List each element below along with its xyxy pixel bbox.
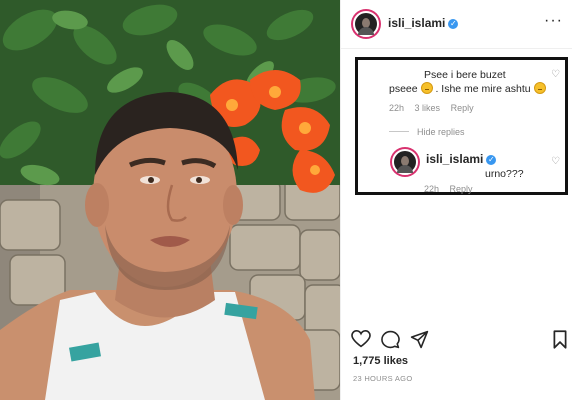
reply-meta: 22h Reply (424, 184, 481, 194)
more-options-icon[interactable]: ··· (544, 12, 563, 30)
smirk-emoji-icon (420, 82, 433, 94)
comment-text-line2: pseee . Ishe me mire ashtu (389, 82, 546, 96)
comment-meta: 22h 3 likes Reply (389, 103, 482, 113)
bookmark-icon[interactable] (553, 330, 567, 349)
highlighted-comment-thread: Psee i bere buzet pseee . Ishe me mire a… (355, 57, 568, 195)
author-username-text[interactable]: isli_islami (388, 16, 445, 30)
author-username[interactable]: isli_islami ✓ (388, 16, 459, 30)
hide-replies-label[interactable]: Hide replies (417, 127, 465, 137)
post-actions (341, 326, 572, 354)
comment-time: 22h (389, 103, 405, 113)
verified-badge-icon: ✓ (448, 19, 459, 29)
reply-author-username[interactable]: isli_islami (426, 152, 483, 166)
heart-icon[interactable] (351, 330, 371, 348)
smirk-emoji-icon (533, 82, 546, 94)
selfie-image (0, 0, 340, 400)
post-details-panel: isli_islami ✓ ··· Psee i bere buzet pseee… (340, 0, 572, 400)
share-icon[interactable] (410, 330, 429, 349)
comment-line2-part2: . Ishe me mire ashtu (435, 83, 531, 95)
post-timestamp[interactable]: 23 HOURS AGO (353, 374, 412, 383)
author-avatar[interactable] (353, 11, 379, 37)
reply-like-heart-icon[interactable]: ♡ (551, 156, 560, 167)
comment-likes-count[interactable]: 3 likes (415, 103, 441, 113)
reply-reply-button[interactable]: Reply (450, 184, 473, 194)
comment-reply-button[interactable]: Reply (451, 103, 474, 113)
post-header: isli_islami ✓ ··· (341, 0, 572, 49)
verified-badge-icon: ✓ (486, 155, 497, 165)
comment-text-line1: Psee i bere buzet (424, 68, 506, 82)
comment-line2-part1: pseee (389, 83, 418, 95)
reply-text-content: urno??? (485, 168, 524, 180)
reply-text: urno??? (485, 167, 524, 181)
comment-like-heart-icon[interactable]: ♡ (551, 69, 560, 80)
reply-author-avatar[interactable] (392, 149, 418, 175)
hide-replies-button[interactable]: Hide replies (389, 127, 465, 137)
comment-icon[interactable] (381, 330, 400, 349)
reply-time: 22h (424, 184, 440, 194)
hide-replies-divider (389, 131, 409, 132)
comment-line1: Psee i bere buzet (424, 69, 506, 81)
post-photo[interactable] (0, 0, 340, 400)
reply-author[interactable]: isli_islami ✓ (426, 152, 497, 167)
likes-count[interactable]: 1,775 likes (353, 355, 408, 367)
